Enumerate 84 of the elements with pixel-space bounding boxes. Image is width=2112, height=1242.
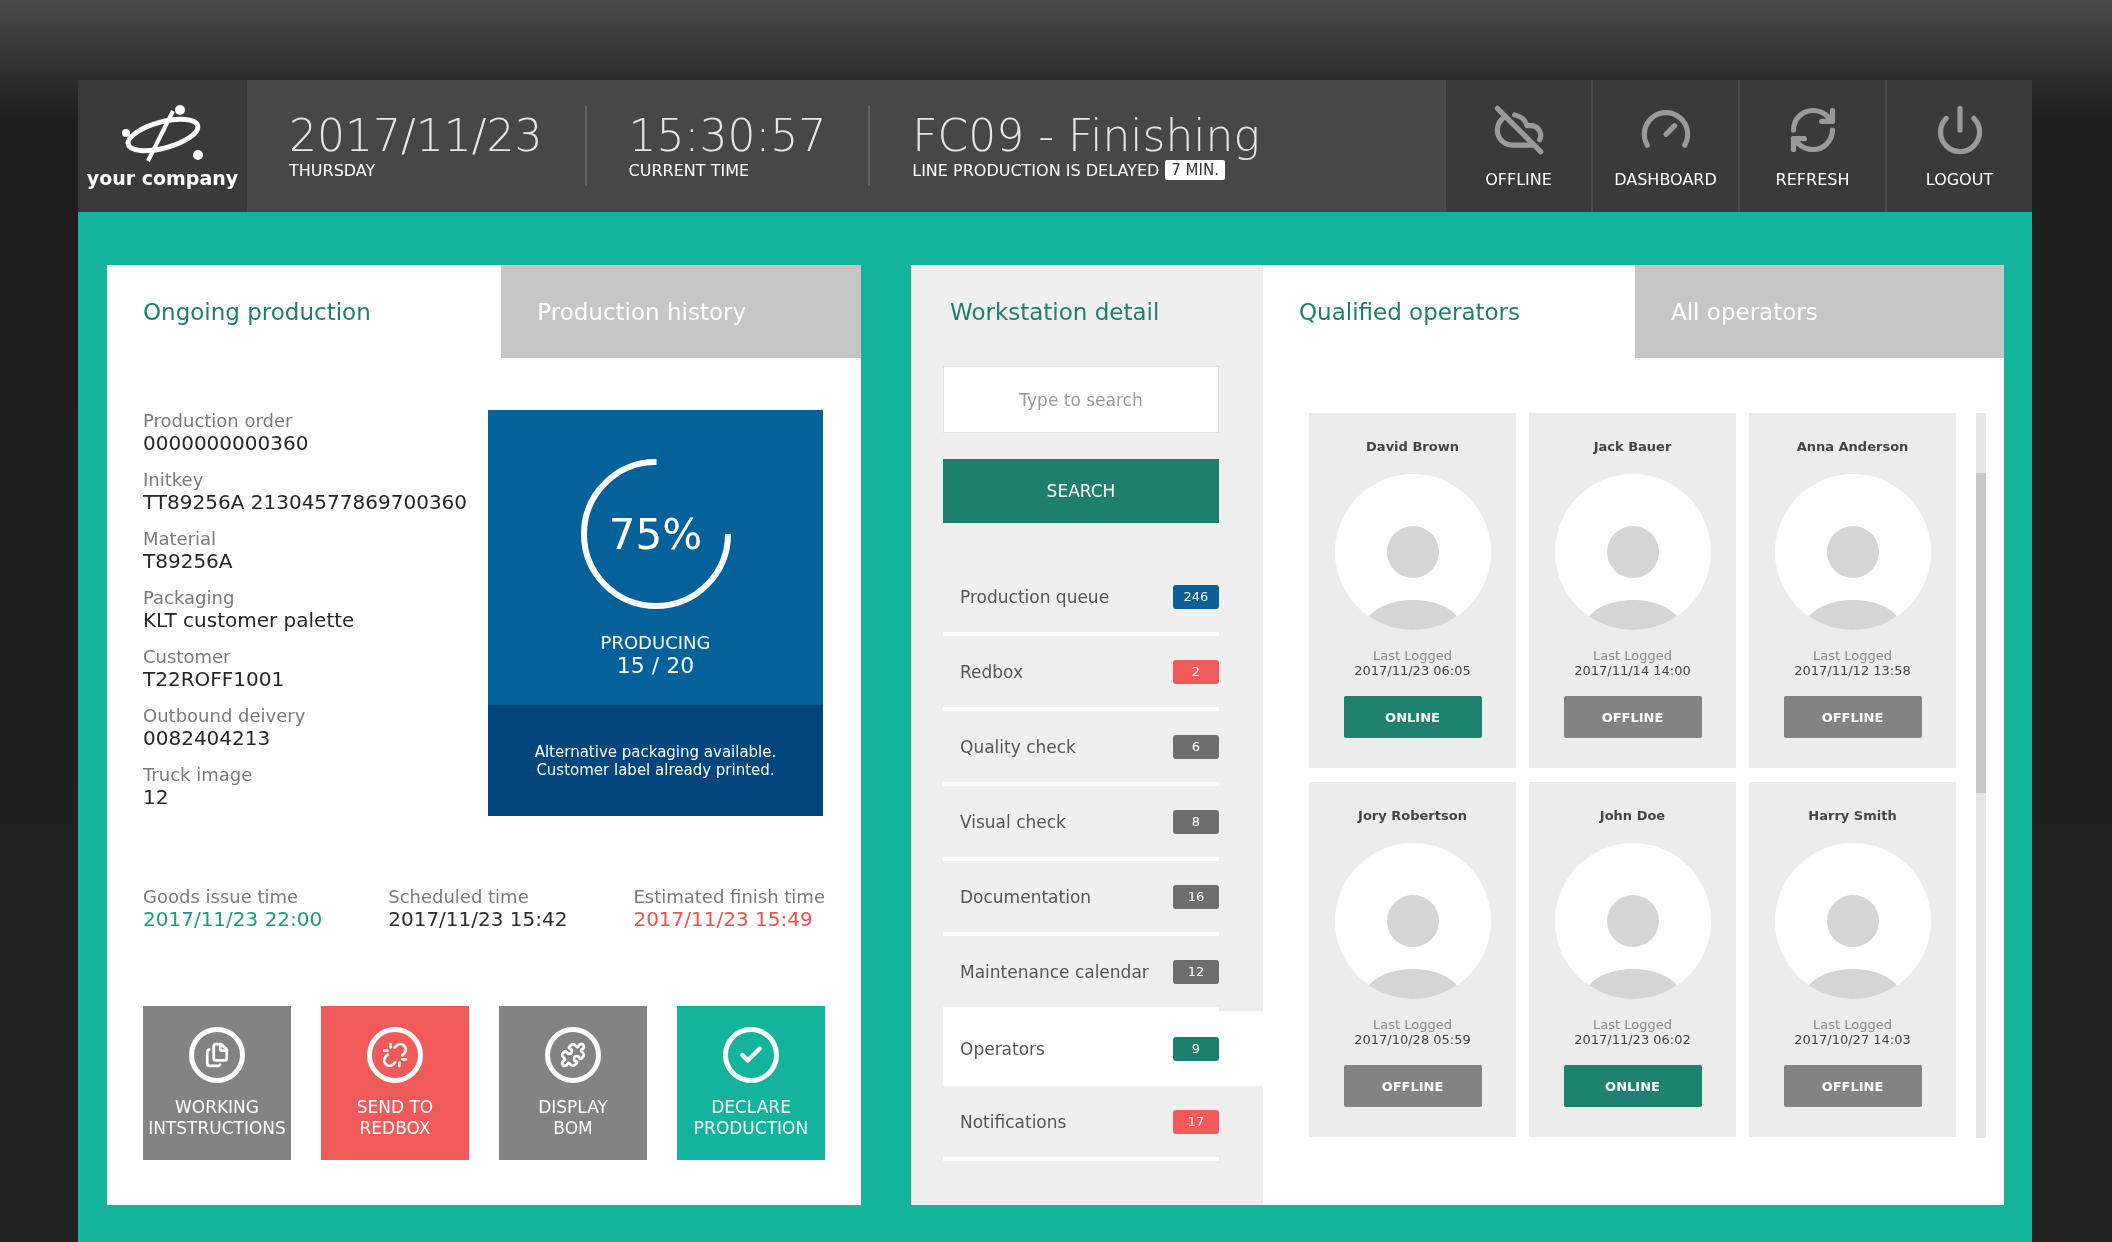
status-button[interactable]: OFFLINE	[1783, 696, 1922, 738]
count-badge: 16	[1173, 884, 1219, 909]
time-text: 15:30:57	[628, 112, 827, 161]
broken-link-icon	[367, 1026, 423, 1083]
delay-text: LINE PRODUCTION IS DELAYED	[912, 160, 1160, 180]
field-value: T22ROFF1001	[143, 667, 286, 691]
progress-status: PRODUCING	[600, 632, 711, 653]
menu-item[interactable]: Redbox 2	[943, 636, 1219, 711]
menu-item[interactable]: Notifications 17	[943, 1086, 1219, 1161]
operator-name: Jack Bauer	[1593, 439, 1672, 454]
field-label: Initkey	[143, 469, 205, 490]
field-value: 0082404213	[143, 726, 272, 750]
time-field-value: 2017/11/23 15:49	[633, 907, 814, 931]
time-label: CURRENT TIME	[628, 160, 751, 180]
count-badge: 8	[1173, 809, 1219, 834]
last-logged-label: Last Logged	[1813, 648, 1892, 663]
status-button[interactable]: OFFLINE	[1563, 696, 1702, 738]
field-value: T89256A	[143, 549, 234, 573]
count-badge: 12	[1173, 959, 1219, 984]
last-logged-time: 2017/11/23 06:02	[1574, 1032, 1691, 1047]
operator-name: Harry Smith	[1808, 808, 1897, 823]
action-button[interactable]: DECLARE PRODUCTION	[677, 1006, 825, 1160]
menu-item[interactable]: Documentation 16	[943, 861, 1219, 936]
last-logged-time: 2017/10/27 14:03	[1794, 1032, 1911, 1047]
count-badge: 9	[1173, 1036, 1219, 1061]
check-icon	[723, 1026, 779, 1083]
documents-icon	[189, 1026, 245, 1083]
search-button[interactable]: SEARCH	[943, 459, 1219, 523]
date-text: 2017/11/23	[289, 112, 543, 161]
weekday-text: THURSDAY	[289, 160, 377, 180]
count-badge: 6	[1173, 734, 1219, 759]
menu-item[interactable]: Operators 9	[943, 1011, 1263, 1086]
count-badge: 17	[1173, 1109, 1219, 1134]
operator-name: Anna Anderson	[1796, 439, 1909, 454]
station-title: FC09 - Finishing	[912, 111, 1260, 161]
last-logged-time: 2017/11/23 06:05	[1354, 663, 1471, 678]
menu-item[interactable]: Quality check 6	[943, 711, 1219, 786]
action-button[interactable]: SEND TO REDBOX	[321, 1006, 469, 1160]
field-label: Customer	[143, 646, 232, 667]
scrollbar[interactable]	[1976, 413, 1986, 1138]
last-logged-time: 2017/11/14 14:00	[1574, 663, 1691, 678]
search-field[interactable]: Type to search	[943, 366, 1219, 433]
last-logged-time: 2017/11/12 13:58	[1794, 663, 1911, 678]
time-field-label: Scheduled time	[388, 886, 530, 907]
cloud-off-icon	[1492, 103, 1545, 156]
operator-name: David Brown	[1366, 439, 1459, 454]
last-logged-label: Last Logged	[1373, 1017, 1452, 1032]
field-label: Production order	[143, 410, 294, 431]
time-field-label: Estimated finish time	[633, 886, 825, 907]
time-field-value: 2017/11/23 22:00	[143, 907, 323, 931]
field-label: Packaging	[143, 587, 236, 608]
count-badge: 2	[1173, 659, 1219, 684]
field-value: 12	[143, 785, 170, 809]
workstation-title: Workstation detail	[949, 297, 1161, 327]
field-value: TT89256A 21304577869700360	[143, 490, 469, 514]
operator-name: John Doe	[1599, 808, 1666, 823]
action-button[interactable]: DISPLAY BOM	[499, 1006, 647, 1160]
last-logged-label: Last Logged	[1593, 648, 1672, 663]
logo-text: your company	[86, 167, 239, 189]
menu-item[interactable]: Visual check 8	[943, 786, 1219, 861]
field-label: Outbound deivery	[143, 705, 307, 726]
status-button[interactable]: OFFLINE	[1783, 1065, 1922, 1107]
progress-percent: 75%	[608, 509, 703, 559]
field-label: Truck image	[143, 764, 254, 785]
menu-item[interactable]: Production queue 246	[943, 561, 1219, 636]
progress-note: Alternative packaging available. Customer label already printed.	[488, 705, 823, 816]
last-logged-time: 2017/10/28 05:59	[1354, 1032, 1471, 1047]
time-field-value: 2017/11/23 15:42	[388, 907, 568, 931]
action-button[interactable]: WORKING INTSTRUCTIONS	[143, 1006, 291, 1160]
last-logged-label: Last Logged	[1813, 1017, 1892, 1032]
last-logged-label: Last Logged	[1593, 1017, 1672, 1032]
field-value: KLT customer palette	[143, 608, 356, 632]
status-button[interactable]: OFFLINE	[1343, 1065, 1482, 1107]
field-value: 0000000000360	[143, 431, 310, 455]
status-button[interactable]: ONLINE	[1563, 1065, 1702, 1107]
last-logged-label: Last Logged	[1373, 648, 1452, 663]
count-badge: 246	[1173, 584, 1219, 609]
status-button[interactable]: ONLINE	[1343, 696, 1482, 738]
field-label: Material	[143, 528, 218, 549]
progress-count: 15 / 20	[616, 653, 695, 678]
puzzle-icon	[545, 1026, 601, 1083]
delay-badge: 7 MIN.	[1165, 160, 1225, 181]
time-field-label: Goods issue time	[143, 886, 300, 907]
operator-name: Jory Robertson	[1358, 808, 1467, 823]
